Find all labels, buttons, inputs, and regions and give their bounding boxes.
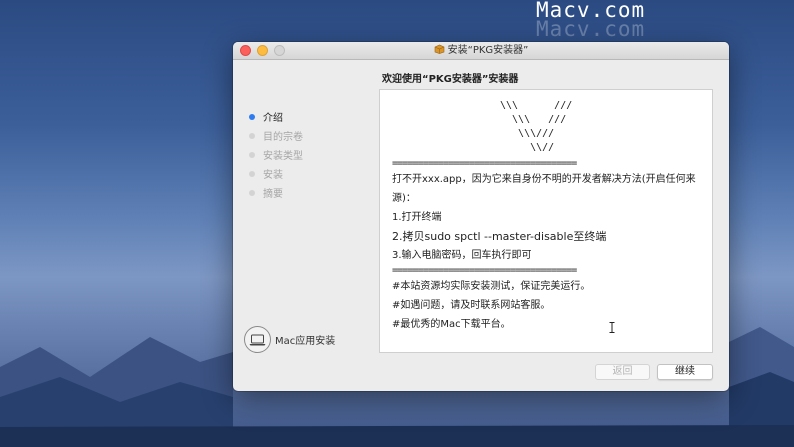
step-summary: 摘要 bbox=[249, 183, 303, 202]
steps-sidebar: 介绍 目的宗卷 安装类型 安装 摘要 bbox=[249, 107, 303, 202]
readme-line: 1.打开终端 bbox=[392, 212, 442, 223]
step-destination: 目的宗卷 bbox=[249, 126, 303, 145]
step-label: 摘要 bbox=[263, 189, 283, 200]
separator-line: ==================================== bbox=[392, 158, 577, 169]
step-label: 目的宗卷 bbox=[263, 132, 303, 143]
readme-text: ==================================== 打不开… bbox=[392, 158, 708, 334]
readme-command-line: 2.拷贝sudo spctl --master-disable至终端 bbox=[392, 230, 607, 243]
step-indicator-dot bbox=[249, 132, 255, 139]
step-install-type: 安装类型 bbox=[249, 145, 303, 164]
installer-window: 安装“PKG安装器” 欢迎使用“PKG安装器”安装器 介绍 目的宗卷 安装类型 … bbox=[233, 42, 729, 391]
step-indicator-dot bbox=[249, 113, 255, 120]
brand-logo: Mac应用安装 bbox=[244, 326, 335, 353]
text-cursor-icon bbox=[609, 322, 615, 333]
readme-line: 3.输入电脑密码，回车执行即可 bbox=[392, 250, 532, 261]
window-title-group: 安装“PKG安装器” bbox=[233, 44, 729, 57]
package-icon bbox=[434, 44, 444, 54]
watermark-shadow-text: Macv.com bbox=[536, 17, 646, 41]
separator-line: ==================================== bbox=[392, 265, 577, 276]
readme-note: #本站资源均实际安装测试，保证完美运行。 bbox=[392, 281, 591, 292]
continue-button[interactable]: 继续 bbox=[657, 364, 713, 380]
window-title: 安装“PKG安装器” bbox=[447, 45, 529, 56]
title-bar[interactable]: 安装“PKG安装器” bbox=[233, 42, 729, 60]
readme-note: #最优秀的Mac下载平台。 bbox=[392, 319, 511, 330]
step-indicator-dot bbox=[249, 189, 255, 196]
page-title: 欢迎使用“PKG安装器”安装器 bbox=[382, 74, 519, 85]
readme-content[interactable]: \\\ /// \\\ /// \\\/// \\// ============… bbox=[379, 89, 713, 353]
readme-line: 打不开xxx.app，因为它来自身份不明的开发者解决方法(开启任何来源)： bbox=[392, 174, 696, 204]
readme-note: #如遇问题，请及时联系网站客服。 bbox=[392, 300, 551, 311]
watermark: Macv.com Macv.com bbox=[536, 0, 645, 40]
step-indicator-dot bbox=[249, 170, 255, 177]
step-install: 安装 bbox=[249, 164, 303, 183]
step-label: 安装 bbox=[263, 170, 283, 181]
back-button[interactable]: 返回 bbox=[595, 364, 650, 380]
step-label: 介绍 bbox=[263, 113, 283, 124]
step-label: 安装类型 bbox=[263, 151, 303, 162]
step-indicator-dot bbox=[249, 151, 255, 158]
step-introduction: 介绍 bbox=[249, 107, 303, 126]
brand-label: Mac应用安装 bbox=[275, 336, 336, 347]
ascii-art: \\\ /// \\\ /// \\\/// \\// bbox=[500, 100, 573, 153]
laptop-icon bbox=[244, 326, 271, 353]
